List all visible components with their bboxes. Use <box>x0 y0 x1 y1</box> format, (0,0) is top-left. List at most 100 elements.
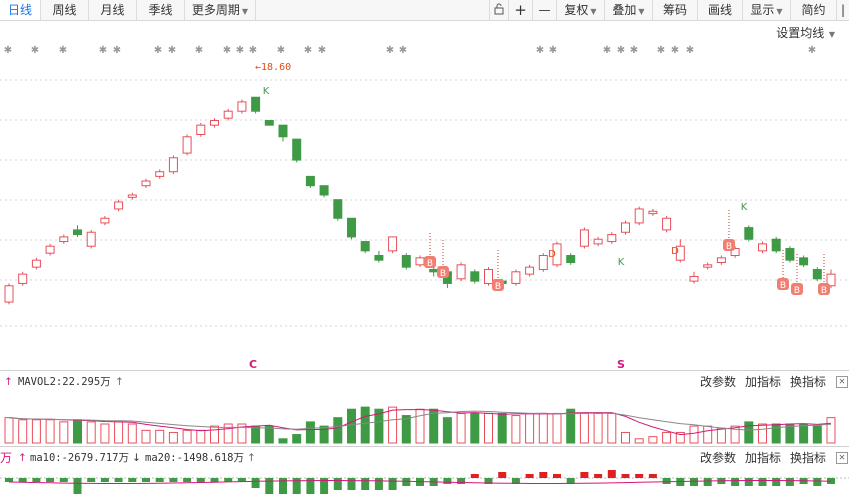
chips-label: 筹码 <box>662 3 687 17</box>
macd-switch-indicator-link[interactable]: 换指标 <box>790 448 826 468</box>
macd-bar <box>155 478 164 482</box>
ma10-label: ma10:-2679.717万 <box>30 452 130 464</box>
candle-body <box>4 285 14 303</box>
star-marker: ✱ <box>617 45 625 56</box>
arrow-up-icon: ↑ <box>18 452 27 464</box>
minus-icon: — <box>538 3 551 17</box>
volume-bar <box>141 429 151 444</box>
b-marker-letter: B <box>440 269 446 279</box>
candle-body <box>758 243 767 252</box>
overflow-icon: | <box>840 3 846 17</box>
candle-body <box>100 217 110 224</box>
k-marker: K <box>741 202 748 213</box>
macd-add-indicator-link[interactable]: 加指标 <box>745 448 781 468</box>
candle-body <box>305 175 315 187</box>
ma-settings-dropdown[interactable]: 设置均线 ▼ <box>776 24 835 41</box>
vol-close-icon[interactable]: ✕ <box>836 376 848 388</box>
tab-quarterly[interactable]: 季线 <box>137 0 185 20</box>
macd-close-icon[interactable]: ✕ <box>836 452 848 464</box>
candle-body <box>237 101 247 112</box>
macd-bar <box>553 474 561 478</box>
star-marker: ✱ <box>318 45 326 56</box>
volume-bar <box>415 408 425 444</box>
display-dropdown[interactable]: 显示 ▼ <box>743 0 791 20</box>
pane-divider <box>0 370 849 371</box>
candle-body <box>607 234 617 243</box>
more-periods-dropdown[interactable]: 更多周期 ▼ <box>185 0 256 20</box>
macd-bar <box>265 478 274 494</box>
chips-button[interactable]: 筹码 <box>653 0 698 20</box>
macd-bar <box>648 474 657 478</box>
plus-icon: + <box>514 1 527 19</box>
macd-bar <box>347 478 356 490</box>
overflow-button[interactable]: | <box>837 0 849 20</box>
volume-bar <box>388 406 398 444</box>
volume-bar <box>18 419 28 444</box>
overlay-dropdown[interactable]: 叠加 ▼ <box>605 0 653 20</box>
candle-body <box>621 222 630 233</box>
draw-button[interactable]: 画线 <box>698 0 743 20</box>
candle-body <box>114 201 124 210</box>
candle-body <box>785 248 795 261</box>
zoom-in-button[interactable]: + <box>509 0 533 20</box>
star-marker: ✱ <box>399 45 407 56</box>
volume-bar <box>621 431 630 444</box>
candle-body <box>388 236 398 252</box>
tab-daily[interactable]: 日线 <box>0 0 41 20</box>
b-marker-letter: B <box>427 259 433 269</box>
macd-bar <box>5 478 13 482</box>
brief-button[interactable]: 简约 <box>791 0 837 20</box>
tab-monthly[interactable]: 月线 <box>89 0 137 20</box>
star-marker: ✱ <box>549 45 557 56</box>
tab-weekly[interactable]: 周线 <box>41 0 89 20</box>
zoom-out-button[interactable]: — <box>533 0 557 20</box>
macd-bar <box>196 478 205 482</box>
volume-bar <box>552 412 562 444</box>
vol-add-indicator-link[interactable]: 加指标 <box>745 372 781 392</box>
star-marker: ✱ <box>113 45 121 56</box>
vol-switch-indicator-link[interactable]: 换指标 <box>790 372 826 392</box>
vol-edit-params-link[interactable]: 改参数 <box>700 372 736 392</box>
lock-button[interactable] <box>489 0 509 20</box>
candle-body <box>456 264 466 280</box>
candle-body <box>182 136 192 154</box>
k-marker: K <box>263 86 270 97</box>
candle-body <box>689 275 699 282</box>
candle-body <box>168 157 178 173</box>
macd-bar <box>525 474 534 478</box>
macd-bar <box>142 478 150 482</box>
macd-bar <box>18 478 27 482</box>
star-marker: ✱ <box>671 45 679 56</box>
star-marker: ✱ <box>168 45 176 56</box>
candle-body <box>525 266 535 275</box>
volume-bar <box>4 417 14 444</box>
volume-bar <box>210 425 219 444</box>
candle-body <box>223 110 233 119</box>
macd-bar <box>580 472 589 478</box>
b-marker-letter: B <box>794 286 800 296</box>
volume-bar <box>114 421 124 444</box>
candle-body <box>45 245 55 254</box>
tab-daily-label: 日线 <box>7 3 32 17</box>
adjust-dropdown[interactable]: 复权 ▼ <box>557 0 605 20</box>
star-marker: ✱ <box>59 45 67 56</box>
volume-bar <box>538 412 548 444</box>
volume-bar <box>484 412 493 444</box>
volume-bar <box>497 412 507 444</box>
tab-quarterly-label: 季线 <box>148 3 173 17</box>
volume-header: ↑ MAVOL2:22.295万 ↑ 改参数 加指标 换指标 ✕ <box>0 372 849 392</box>
star-marker: ✱ <box>223 45 231 56</box>
brief-label: 简约 <box>801 3 826 17</box>
candle-body <box>579 229 589 247</box>
s-marker: S <box>617 358 625 370</box>
candle-body <box>31 259 41 268</box>
macd-edit-params-link[interactable]: 改参数 <box>700 448 736 468</box>
volume-bar <box>401 415 411 444</box>
volume-bar <box>319 425 329 444</box>
macd-bar <box>662 478 671 484</box>
candlestick-chart: ✱ ✱ ✱ ✱ ✱ ✱ ✱ ✱ ✱ ✱ ✱ ✱ ✱ ✱ ✱ ✱ ✱ ✱ ✱ ✱ ✱ ✱ ✱ ✱ ✱←18.60KKKD DBBBB… <box>0 45 849 370</box>
candle-body <box>662 217 672 231</box>
macd-bar <box>87 478 96 482</box>
draw-label: 画线 <box>707 3 732 17</box>
macd-bar <box>361 478 370 490</box>
